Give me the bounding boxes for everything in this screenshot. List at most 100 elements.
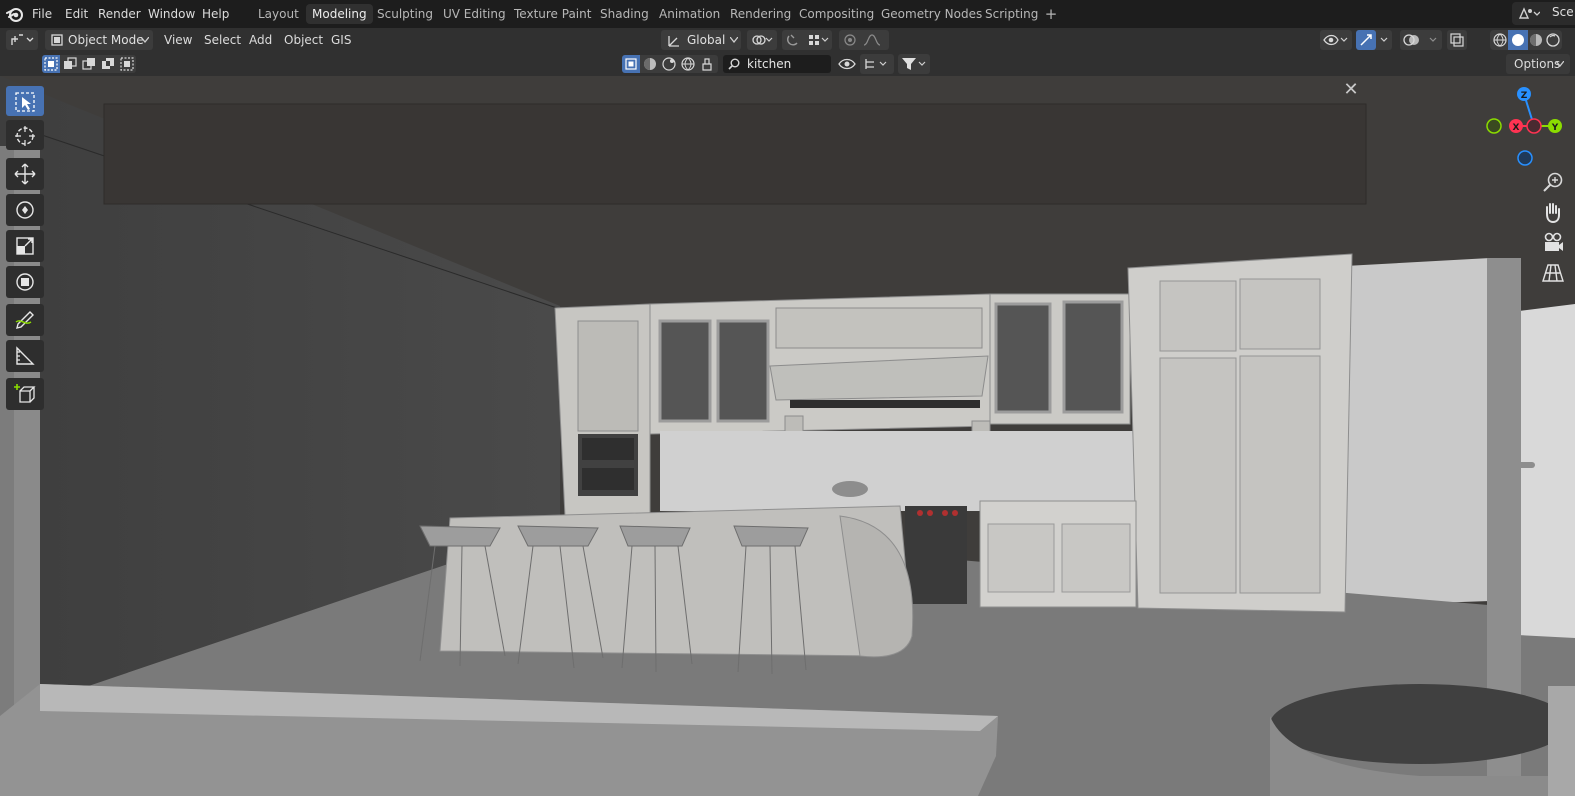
rendered-shading-icon[interactable] [1545, 32, 1561, 48]
pivot-point-dropdown[interactable] [747, 30, 777, 50]
annotate-tool[interactable] [6, 304, 44, 336]
tab-compositing[interactable]: Compositing [793, 4, 880, 24]
tab-sculpting[interactable]: Sculpting [371, 4, 439, 24]
select-box-tool[interactable] [6, 86, 44, 116]
options-dropdown[interactable]: Options [1506, 54, 1570, 74]
tab-animation[interactable]: Animation [653, 4, 726, 24]
gizmo-y-label: Y [1551, 123, 1559, 133]
menu-edit[interactable]: Edit [65, 5, 88, 23]
add-menu[interactable]: Add [249, 31, 272, 49]
annotate-icon [15, 311, 34, 329]
scale-tool[interactable] [6, 230, 44, 262]
outliner-search[interactable]: kitchen [723, 55, 831, 73]
top-bar: File Edit Render Window Help Layout Mode… [0, 0, 1575, 28]
move-tool[interactable] [6, 158, 44, 190]
gizmo-toggle[interactable] [1356, 30, 1392, 50]
material-preview-icon[interactable] [1528, 32, 1544, 48]
cursor-icon [15, 126, 35, 146]
editor-type-button[interactable] [6, 30, 38, 50]
snap-icon [786, 34, 829, 46]
3d-viewport[interactable]: ✕ Z X Y [0, 76, 1575, 796]
eye-icon[interactable] [838, 57, 856, 71]
view-menu[interactable]: View [164, 31, 192, 49]
editor-type-icon [11, 34, 34, 45]
brush-filter-icon[interactable] [700, 57, 714, 71]
camera-view-icon[interactable] [1540, 230, 1566, 256]
chevron-down-icon [141, 37, 149, 43]
overlays-toggle[interactable] [1400, 30, 1442, 50]
mode-dropdown[interactable]: Object Mode [45, 30, 153, 50]
hierarchy-icon [865, 59, 887, 69]
globe-filter-icon[interactable] [681, 57, 695, 71]
tab-layout[interactable]: Layout [252, 4, 305, 24]
proportional-editing-group[interactable] [839, 30, 889, 50]
global-orientation-icon [668, 36, 679, 47]
xray-toggle[interactable] [1447, 30, 1467, 50]
scale-icon [16, 237, 34, 255]
filter-icon [902, 58, 926, 70]
add-workspace-button[interactable]: + [1043, 4, 1059, 24]
tab-geometry-nodes[interactable]: Geometry Nodes [875, 4, 988, 24]
object-menu[interactable]: Object [284, 31, 323, 49]
mode-label: Object Mode [68, 33, 144, 47]
gizmo-icon [1360, 34, 1388, 46]
search-input[interactable]: kitchen [747, 55, 791, 73]
perspective-grid-icon[interactable] [1540, 260, 1566, 286]
tab-shading[interactable]: Shading [594, 4, 655, 24]
search-icon [728, 58, 740, 70]
scene-name[interactable]: Sce [1552, 5, 1574, 19]
menu-window[interactable]: Window [148, 5, 195, 23]
menu-help[interactable]: Help [202, 5, 229, 23]
xray-icon [1450, 33, 1464, 47]
kitchen-scene-render [0, 76, 1575, 796]
tab-uv-editing[interactable]: UV Editing [437, 4, 512, 24]
tab-rendering[interactable]: Rendering [724, 4, 797, 24]
blender-logo-icon[interactable] [6, 5, 24, 23]
material-filter-icon[interactable] [643, 57, 657, 71]
proportional-editing-icon [844, 34, 881, 46]
solid-shading-icon[interactable] [1510, 32, 1526, 48]
set-new-selection-icon[interactable] [44, 57, 58, 71]
orientation-label: Global [687, 33, 726, 47]
intersect-selection-icon[interactable] [120, 57, 134, 71]
tab-scripting[interactable]: Scripting [979, 4, 1044, 24]
world-filter-icon[interactable] [662, 57, 676, 71]
close-icon[interactable]: ✕ [1340, 79, 1362, 101]
select-box-icon [15, 92, 35, 112]
menu-file[interactable]: File [32, 5, 52, 23]
visibility-dropdown[interactable] [1320, 30, 1352, 50]
overlays-icon [1403, 34, 1437, 46]
rotate-tool[interactable] [6, 194, 44, 226]
sort-dropdown[interactable] [860, 54, 894, 74]
add-cube-icon [14, 384, 36, 403]
cursor-tool[interactable] [6, 120, 44, 150]
menu-render[interactable]: Render [98, 5, 141, 23]
selection-mode-group [42, 55, 136, 73]
shading-mode-group [1490, 30, 1562, 50]
difference-selection-icon[interactable] [101, 57, 115, 71]
pan-hand-icon[interactable] [1540, 200, 1566, 226]
snap-group[interactable] [782, 30, 832, 50]
measure-icon [16, 346, 35, 365]
extend-selection-icon[interactable] [63, 57, 77, 71]
options-label: Options [1514, 57, 1561, 71]
subtract-selection-icon[interactable] [82, 57, 96, 71]
tab-modeling[interactable]: Modeling [306, 4, 373, 24]
rotate-icon [16, 201, 34, 219]
pivot-icon [752, 35, 773, 45]
transform-orientation-dropdown[interactable]: Global [661, 30, 741, 50]
filter-dropdown[interactable] [898, 54, 930, 74]
tab-texture-paint[interactable]: Texture Paint [508, 4, 597, 24]
gis-menu[interactable]: GIS [331, 31, 351, 49]
wireframe-shading-icon[interactable] [1492, 32, 1508, 48]
measure-tool[interactable] [6, 340, 44, 372]
object-filter-icon[interactable] [625, 58, 637, 70]
gizmo-z-label: Z [1521, 91, 1528, 101]
zoom-icon[interactable] [1540, 170, 1566, 196]
viewport-header: Object Mode View Select Add Object GIS G… [0, 28, 1575, 52]
transform-tool[interactable] [6, 266, 44, 298]
navigation-gizmo[interactable]: Z X Y [1484, 84, 1574, 174]
object-mode-icon [51, 34, 63, 46]
add-cube-tool[interactable] [6, 378, 44, 410]
select-menu[interactable]: Select [204, 31, 241, 49]
